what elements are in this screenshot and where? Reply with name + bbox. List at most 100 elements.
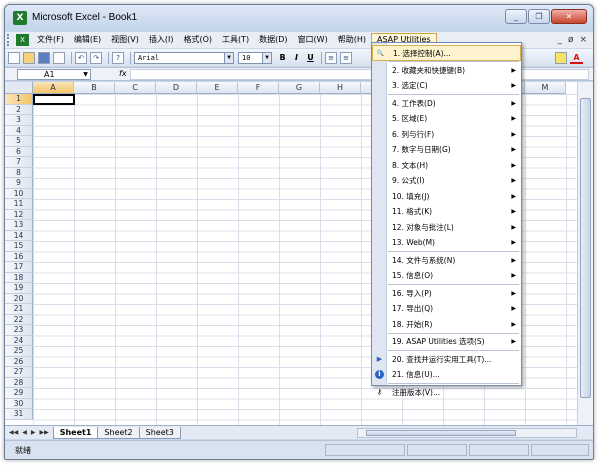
- menu-file[interactable]: 文件(F): [32, 33, 69, 47]
- font-size-select[interactable]: 10 ▼: [238, 51, 272, 64]
- row-header[interactable]: 6: [5, 146, 33, 157]
- asap-menu-item[interactable]: 18. 开始(R) ▶: [372, 317, 521, 333]
- fx-icon[interactable]: fx: [119, 69, 127, 78]
- asap-menu-item[interactable]: i 21. 信息(U)...: [372, 367, 521, 383]
- menu-window[interactable]: 窗口(W): [293, 33, 333, 47]
- active-cell[interactable]: [33, 94, 75, 105]
- sheet-tab-sheet3[interactable]: Sheet3: [138, 426, 181, 439]
- asap-menu-item[interactable]: 13. Web(M) ▶: [372, 235, 521, 251]
- font-color-button[interactable]: A: [570, 52, 583, 64]
- row-header[interactable]: 23: [5, 325, 33, 336]
- row-header[interactable]: 26: [5, 356, 33, 367]
- row-header[interactable]: 15: [5, 241, 33, 252]
- column-header[interactable]: B: [74, 82, 115, 94]
- asap-menu-item[interactable]: 19. ASAP Utilities 选项(S) ▶: [372, 334, 521, 350]
- row-header[interactable]: 5: [5, 136, 33, 147]
- row-header[interactable]: 20: [5, 293, 33, 304]
- row-header[interactable]: 19: [5, 283, 33, 294]
- row-header[interactable]: 12: [5, 209, 33, 220]
- column-header[interactable]: A: [33, 82, 74, 94]
- asap-menu-item[interactable]: 8. 文本(H) ▶: [372, 158, 521, 174]
- menu-edit[interactable]: 编辑(E): [69, 33, 106, 47]
- menu-view[interactable]: 视图(V): [106, 33, 144, 47]
- last-sheet-icon[interactable]: ▶▶: [39, 429, 48, 436]
- name-box[interactable]: A1 ▼: [17, 69, 91, 80]
- row-header[interactable]: 3: [5, 115, 33, 126]
- row-header[interactable]: 22: [5, 314, 33, 325]
- row-header[interactable]: 27: [5, 367, 33, 378]
- row-header[interactable]: 7: [5, 157, 33, 168]
- workbook-restore-button[interactable]: ø: [568, 35, 574, 45]
- prev-sheet-icon[interactable]: ◀: [22, 429, 27, 436]
- asap-menu-item[interactable]: 11. 格式(K) ▶: [372, 204, 521, 220]
- column-header[interactable]: C: [115, 82, 156, 94]
- font-name-select[interactable]: Arial ▼: [134, 51, 234, 64]
- asap-menu-item[interactable]: 17. 导出(Q) ▶: [372, 301, 521, 317]
- sheet-tab-sheet2[interactable]: Sheet2: [97, 426, 140, 439]
- redo-icon[interactable]: ↷: [90, 51, 102, 64]
- row-header[interactable]: 1: [5, 94, 33, 105]
- column-header[interactable]: D: [156, 82, 197, 94]
- row-header[interactable]: 13: [5, 220, 33, 231]
- row-header[interactable]: 21: [5, 304, 33, 315]
- row-header[interactable]: 25: [5, 346, 33, 357]
- row-header[interactable]: 4: [5, 125, 33, 136]
- fill-color-icon[interactable]: [555, 51, 567, 64]
- select-all-corner[interactable]: [5, 82, 33, 94]
- asap-menu-item[interactable]: 10. 填充(J) ▶: [372, 189, 521, 205]
- asap-menu-item[interactable]: 14. 文件与系统(N) ▶: [372, 253, 521, 269]
- menu-format[interactable]: 格式(O): [178, 33, 217, 47]
- open-folder-icon[interactable]: [23, 51, 35, 64]
- vertical-scroll-thumb[interactable]: [580, 98, 591, 398]
- asap-menu-item[interactable]: ⚷ 注册版本(V)...: [372, 385, 521, 401]
- menu-insert[interactable]: 插入(I): [144, 33, 179, 47]
- column-header[interactable]: G: [279, 82, 320, 94]
- asap-menu-item[interactable]: 15. 信息(O) ▶: [372, 268, 521, 284]
- asap-menu-item[interactable]: 7. 数字与日期(G) ▶: [372, 142, 521, 158]
- asap-menu-item[interactable]: 🔍 1. 选择控制(A)...: [372, 45, 521, 61]
- minimize-button[interactable]: _: [505, 9, 527, 24]
- row-header[interactable]: 17: [5, 262, 33, 273]
- row-header[interactable]: 30: [5, 398, 33, 409]
- close-button[interactable]: ✕: [551, 9, 587, 24]
- undo-icon[interactable]: ↶: [75, 51, 87, 64]
- save-icon[interactable]: [38, 51, 50, 64]
- asap-menu-item[interactable]: 5. 区域(E) ▶: [372, 111, 521, 127]
- row-header[interactable]: 9: [5, 178, 33, 189]
- row-header[interactable]: 2: [5, 104, 33, 115]
- sheet-tab-sheet1[interactable]: Sheet1: [52, 426, 99, 439]
- menubar-grip[interactable]: [7, 34, 13, 46]
- new-icon[interactable]: [8, 51, 20, 64]
- help-icon[interactable]: ?: [112, 51, 124, 64]
- first-sheet-icon[interactable]: ◀◀: [9, 429, 18, 436]
- asap-menu-item[interactable]: 12. 对象与批注(L) ▶: [372, 220, 521, 236]
- restore-button[interactable]: ❐: [528, 9, 550, 24]
- chevron-down-icon[interactable]: ▼: [81, 70, 90, 79]
- asap-menu-item[interactable]: 9. 公式(I) ▶: [372, 173, 521, 189]
- column-header[interactable]: F: [238, 82, 279, 94]
- underline-button[interactable]: U: [304, 52, 317, 64]
- vertical-scrollbar[interactable]: [577, 82, 593, 425]
- row-header[interactable]: 11: [5, 199, 33, 210]
- row-header[interactable]: 10: [5, 188, 33, 199]
- horizontal-scrollbar[interactable]: [357, 428, 577, 438]
- row-header[interactable]: 31: [5, 409, 33, 420]
- align-left-icon[interactable]: ≡: [325, 51, 337, 64]
- asap-menu-item[interactable]: 6. 列与行(F) ▶: [372, 127, 521, 143]
- bold-button[interactable]: B: [276, 52, 289, 64]
- print-icon[interactable]: [53, 51, 65, 64]
- asap-menu-item[interactable]: 4. 工作表(D) ▶: [372, 96, 521, 112]
- menu-tools[interactable]: 工具(T): [217, 33, 254, 47]
- chevron-down-icon[interactable]: ▼: [224, 52, 233, 63]
- row-header[interactable]: 29: [5, 388, 33, 399]
- horizontal-scroll-thumb[interactable]: [366, 430, 516, 436]
- chevron-down-icon[interactable]: ▼: [262, 52, 271, 63]
- workbook-minimize-button[interactable]: _: [557, 35, 562, 45]
- row-header[interactable]: 14: [5, 230, 33, 241]
- next-sheet-icon[interactable]: ▶: [31, 429, 36, 436]
- row-header[interactable]: 16: [5, 251, 33, 262]
- menu-data[interactable]: 数据(D): [254, 33, 292, 47]
- menu-help[interactable]: 帮助(H): [333, 33, 371, 47]
- asap-menu-item[interactable]: ▶ 20. 查找并运行实用工具(T)...: [372, 352, 521, 368]
- column-header[interactable]: M: [525, 82, 566, 94]
